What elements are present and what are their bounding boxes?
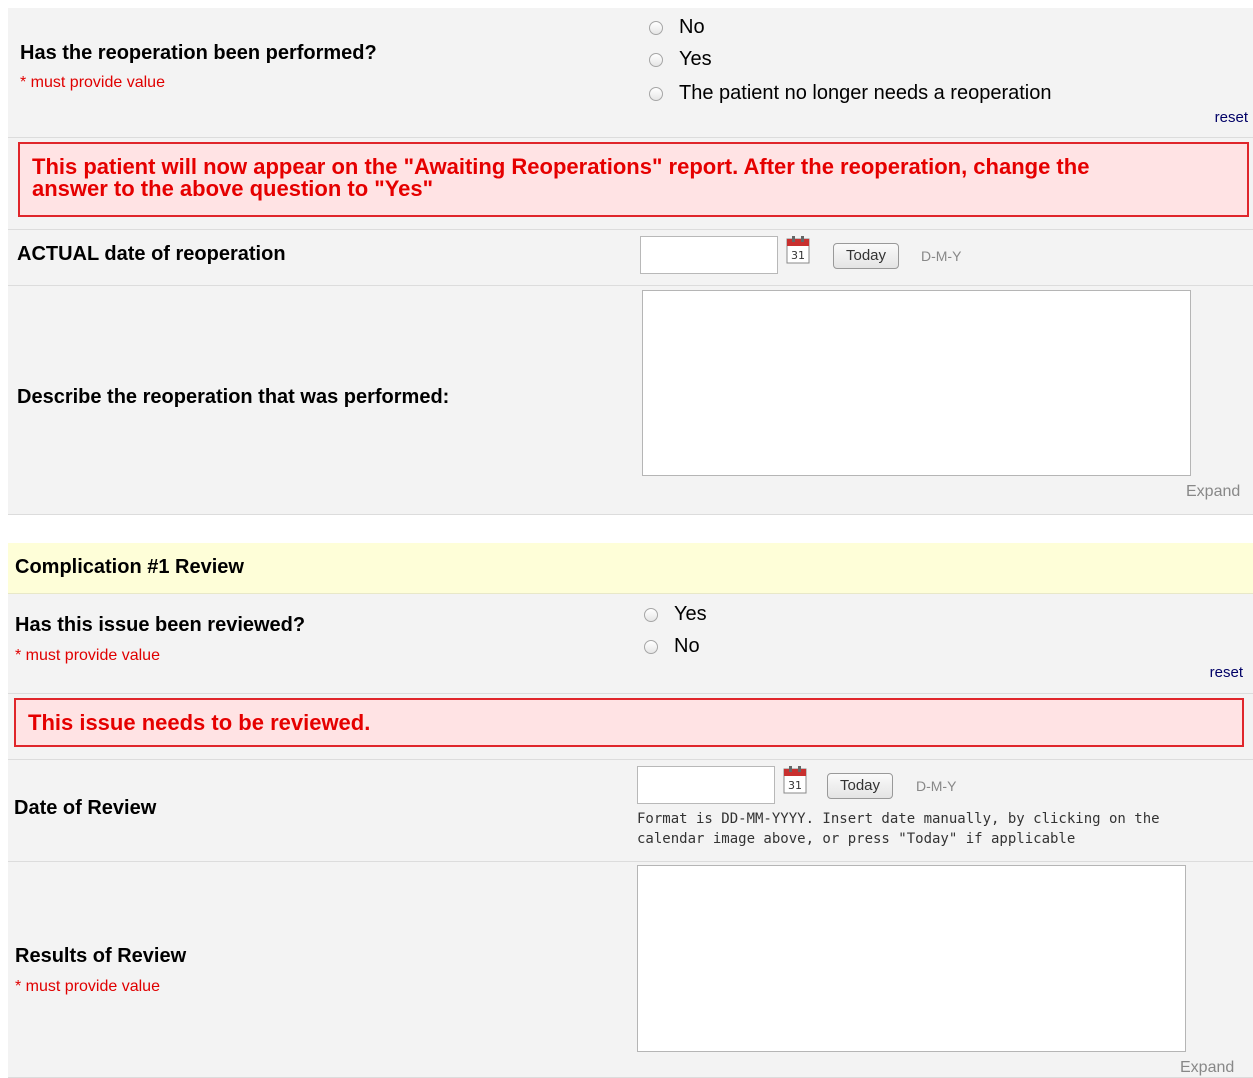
expand-link[interactable]: Expand: [1180, 1059, 1234, 1077]
radio-button-icon[interactable]: [649, 86, 663, 101]
required-note: * must provide value: [20, 74, 165, 91]
svg-text:31: 31: [791, 249, 805, 262]
radio-option-yes[interactable]: Yes: [644, 603, 707, 626]
complication-review-header: Complication #1 Review: [8, 543, 1253, 594]
describe-reoperation-label: Describe the reoperation that was perfor…: [17, 386, 450, 408]
radio-option-no[interactable]: No: [649, 16, 705, 39]
expand-link[interactable]: Expand: [1186, 483, 1240, 501]
radio-option-yes[interactable]: Yes: [649, 48, 712, 71]
calendar-icon[interactable]: 31: [786, 236, 810, 264]
svg-text:31: 31: [788, 779, 802, 792]
reset-link[interactable]: reset: [1215, 109, 1248, 126]
results-review-row: Results of Review * must provide value E…: [8, 862, 1253, 1078]
issue-review-alert: This issue needs to be reviewed.: [14, 698, 1244, 747]
actual-date-label: ACTUAL date of reoperation: [17, 243, 286, 265]
radio-button-icon[interactable]: [649, 52, 663, 67]
calendar-icon[interactable]: 31: [783, 766, 807, 794]
date-format-label: D-M-Y: [921, 248, 962, 264]
radio-label: Yes: [674, 603, 707, 625]
radio-label: No: [679, 16, 705, 38]
awaiting-reoperation-alert: This patient will now appear on the "Awa…: [18, 142, 1249, 217]
date-format-hint: Format is DD-MM-YYYY. Insert date manual…: [637, 809, 1160, 849]
hint-line1: Format is DD-MM-YYYY. Insert date manual…: [637, 811, 1160, 827]
question-label: Has the reoperation been performed?: [20, 42, 377, 64]
review-date-row: Date of Review 31 Today D-M-Y Format is …: [8, 760, 1253, 862]
radio-label: The patient no longer needs a reoperatio…: [679, 82, 1052, 104]
radio-button-icon[interactable]: [644, 639, 658, 654]
describe-reoperation-row: Describe the reoperation that was perfor…: [8, 286, 1253, 515]
describe-reoperation-textarea[interactable]: [642, 290, 1191, 476]
actual-date-row: ACTUAL date of reoperation 31 Today D-M-…: [8, 230, 1253, 286]
radio-label: No: [674, 635, 700, 657]
radio-option-no[interactable]: No: [644, 635, 700, 658]
today-button[interactable]: Today: [827, 773, 894, 799]
hint-line2: calendar image above, or press "Today" i…: [637, 831, 1076, 847]
required-note: * must provide value: [15, 978, 160, 995]
section-title: Complication #1 Review: [15, 556, 244, 578]
radio-label: Yes: [679, 48, 712, 70]
reset-link[interactable]: reset: [1210, 664, 1243, 681]
radio-option-no-longer-needed[interactable]: The patient no longer needs a reoperatio…: [649, 82, 1052, 105]
required-note: * must provide value: [15, 647, 160, 664]
actual-date-input[interactable]: [640, 236, 778, 274]
radio-button-icon[interactable]: [649, 20, 663, 35]
question-issue-reviewed-row: Has this issue been reviewed? * must pro…: [8, 594, 1253, 694]
today-button[interactable]: Today: [833, 243, 900, 269]
question-reoperation-performed-row: Has the reoperation been performed? * mu…: [8, 8, 1253, 138]
review-date-input[interactable]: [637, 766, 775, 804]
alert-row: This issue needs to be reviewed.: [8, 694, 1253, 760]
radio-button-icon[interactable]: [644, 607, 658, 622]
alert-row: This patient will now appear on the "Awa…: [8, 138, 1253, 230]
review-date-label: Date of Review: [14, 797, 157, 819]
question-label: Has this issue been reviewed?: [15, 614, 306, 636]
date-format-label: D-M-Y: [916, 778, 957, 794]
results-review-label: Results of Review: [15, 945, 187, 967]
results-review-textarea[interactable]: [637, 865, 1186, 1052]
